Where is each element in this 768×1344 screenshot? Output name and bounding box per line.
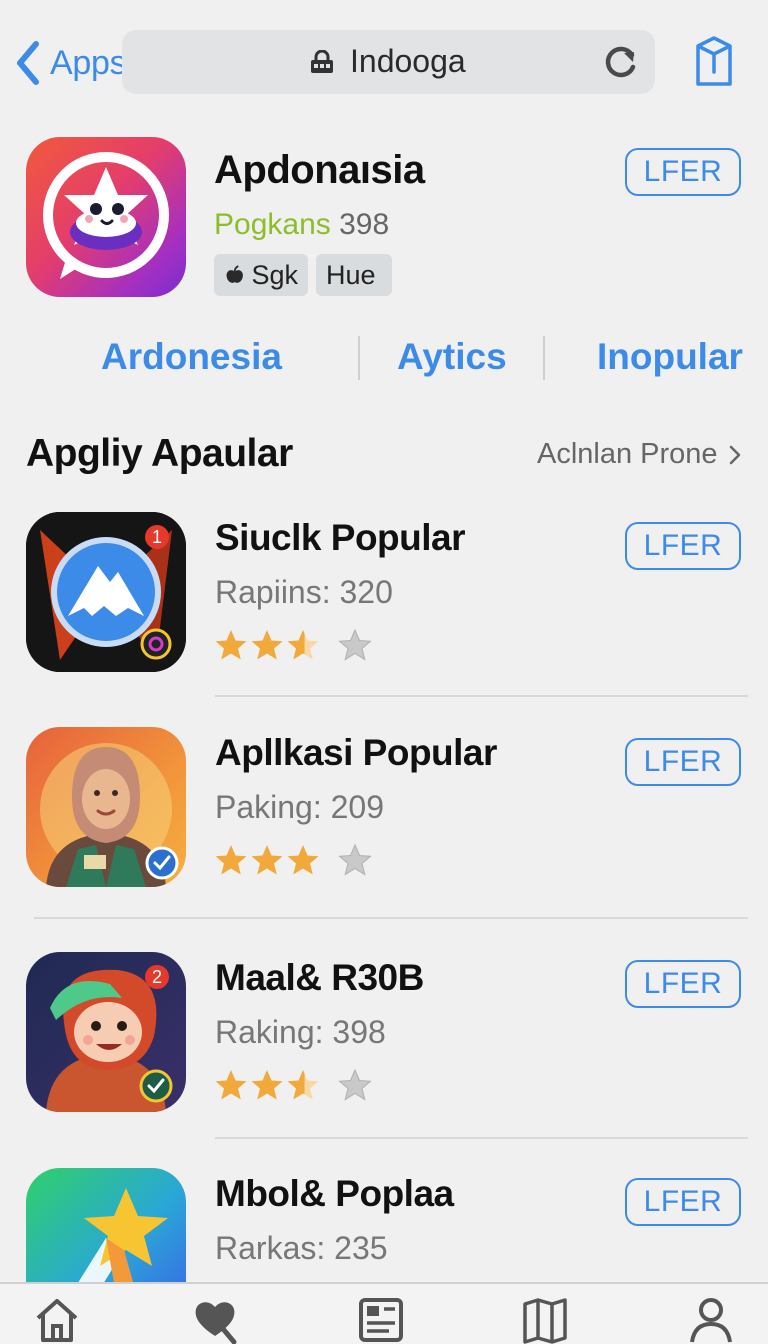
list-item[interactable]: Mbol& Poplaa Rarkas: 235 LFER bbox=[0, 1168, 768, 1282]
tab-divider bbox=[358, 336, 360, 380]
star-filled-icon bbox=[251, 845, 283, 875]
chevron-left-icon bbox=[17, 41, 39, 85]
tag-chip-hue[interactable]: Hue bbox=[316, 254, 392, 296]
get-button[interactable]: LFER bbox=[625, 1178, 741, 1226]
featured-app-title: Apdonaısia bbox=[214, 148, 425, 192]
apple-icon bbox=[226, 265, 243, 283]
app-icon: 2 bbox=[26, 952, 186, 1112]
list-item[interactable]: 1 Siuclk Popular Rapiins: 320 LFER bbox=[0, 512, 768, 682]
book-icon bbox=[523, 1298, 567, 1344]
app-name: Mbol& Poplaa bbox=[215, 1173, 454, 1214]
featured-get-button[interactable]: LFER bbox=[625, 148, 741, 196]
tab-ardonesia[interactable]: Ardonesia bbox=[101, 336, 282, 378]
chat-star-mascot-icon bbox=[43, 152, 169, 279]
star-empty-icon bbox=[338, 843, 372, 876]
app-icon: 1 bbox=[26, 512, 186, 672]
bottom-tab-bar bbox=[0, 1282, 768, 1344]
star-rating bbox=[214, 843, 372, 877]
get-button[interactable]: LFER bbox=[625, 738, 741, 786]
get-button[interactable]: LFER bbox=[625, 960, 741, 1008]
tab-inopular[interactable]: Inopular bbox=[597, 336, 743, 378]
tag-chip-label: Hue bbox=[326, 259, 376, 290]
news-icon bbox=[359, 1298, 403, 1342]
share-icon[interactable] bbox=[690, 34, 738, 90]
address-bar[interactable]: Indooga bbox=[122, 30, 655, 94]
app-name: Maal& R30B bbox=[215, 957, 424, 998]
star-half-icon bbox=[287, 630, 319, 660]
get-button[interactable]: LFER bbox=[625, 522, 741, 570]
chevron-right-icon bbox=[729, 445, 740, 464]
app-rank: Rarkas: 235 bbox=[215, 1230, 388, 1266]
tag-chip-label: Sgk bbox=[251, 259, 298, 290]
reload-icon[interactable] bbox=[602, 43, 640, 81]
app-icon bbox=[26, 727, 186, 887]
star-half-icon bbox=[287, 1070, 319, 1100]
star-filled-icon bbox=[215, 630, 247, 660]
tab-favorites[interactable] bbox=[190, 1294, 240, 1344]
star-empty-icon bbox=[338, 628, 372, 661]
tab-aytics[interactable]: Aytics bbox=[397, 336, 507, 378]
star-filled-icon bbox=[215, 845, 247, 875]
lock-icon bbox=[311, 50, 333, 73]
star-spacer bbox=[322, 1068, 336, 1102]
app-rank: Paking: 209 bbox=[215, 789, 385, 825]
app-name: Siuclk Popular bbox=[215, 517, 466, 558]
tab-news[interactable] bbox=[356, 1294, 406, 1344]
star-filled-icon bbox=[215, 1070, 247, 1100]
star-brush-icon bbox=[78, 1188, 168, 1282]
star-empty-icon bbox=[338, 1068, 372, 1101]
notification-badge-count: 1 bbox=[151, 527, 162, 547]
app-rank: Raking: 398 bbox=[215, 1014, 386, 1050]
featured-app-meta: Pogkans 398 bbox=[214, 208, 389, 242]
star-rating bbox=[214, 628, 372, 662]
row-divider bbox=[215, 695, 748, 697]
app-name: Apllkasi Popular bbox=[215, 732, 497, 773]
star-spacer bbox=[322, 843, 336, 877]
url-text: Indooga bbox=[350, 43, 466, 79]
list-item[interactable]: 2 Maal& R30B Raking: 398 LFER bbox=[0, 952, 768, 1122]
tab-divider bbox=[543, 336, 545, 380]
row-divider bbox=[215, 1137, 748, 1139]
list-item[interactable]: Apllkasi Popular Paking: 209 LFER bbox=[0, 727, 768, 897]
tab-profile[interactable] bbox=[686, 1294, 736, 1344]
star-spacer bbox=[322, 628, 336, 662]
featured-app-icon[interactable] bbox=[26, 137, 186, 297]
featured-app-category: Pogkans bbox=[214, 208, 331, 241]
tab-home[interactable] bbox=[32, 1294, 82, 1344]
tag-chip-sgk[interactable]: Sgk bbox=[214, 254, 308, 296]
notification-badge-count: 2 bbox=[151, 967, 162, 987]
app-icon bbox=[26, 1168, 186, 1282]
tab-library[interactable] bbox=[520, 1294, 570, 1344]
home-icon bbox=[36, 1299, 78, 1342]
featured-app-count: 398 bbox=[339, 208, 390, 241]
section-title: Apgliy Apaular bbox=[26, 432, 293, 475]
star-filled-icon bbox=[251, 1070, 283, 1100]
profile-icon bbox=[690, 1298, 732, 1343]
row-divider bbox=[34, 917, 748, 919]
star-filled-icon bbox=[251, 630, 283, 660]
navigation-bar: Appsok Indooga bbox=[0, 0, 768, 120]
see-all-link[interactable]: Aclnlan Prone bbox=[537, 438, 742, 471]
star-filled-icon bbox=[287, 845, 319, 875]
app-rank: Rapiins: 320 bbox=[215, 574, 393, 610]
avatar-portrait-icon bbox=[40, 743, 179, 887]
see-all-label: Aclnlan Prone bbox=[537, 438, 718, 470]
heart-icon bbox=[195, 1302, 237, 1344]
star-rating bbox=[214, 1068, 372, 1102]
